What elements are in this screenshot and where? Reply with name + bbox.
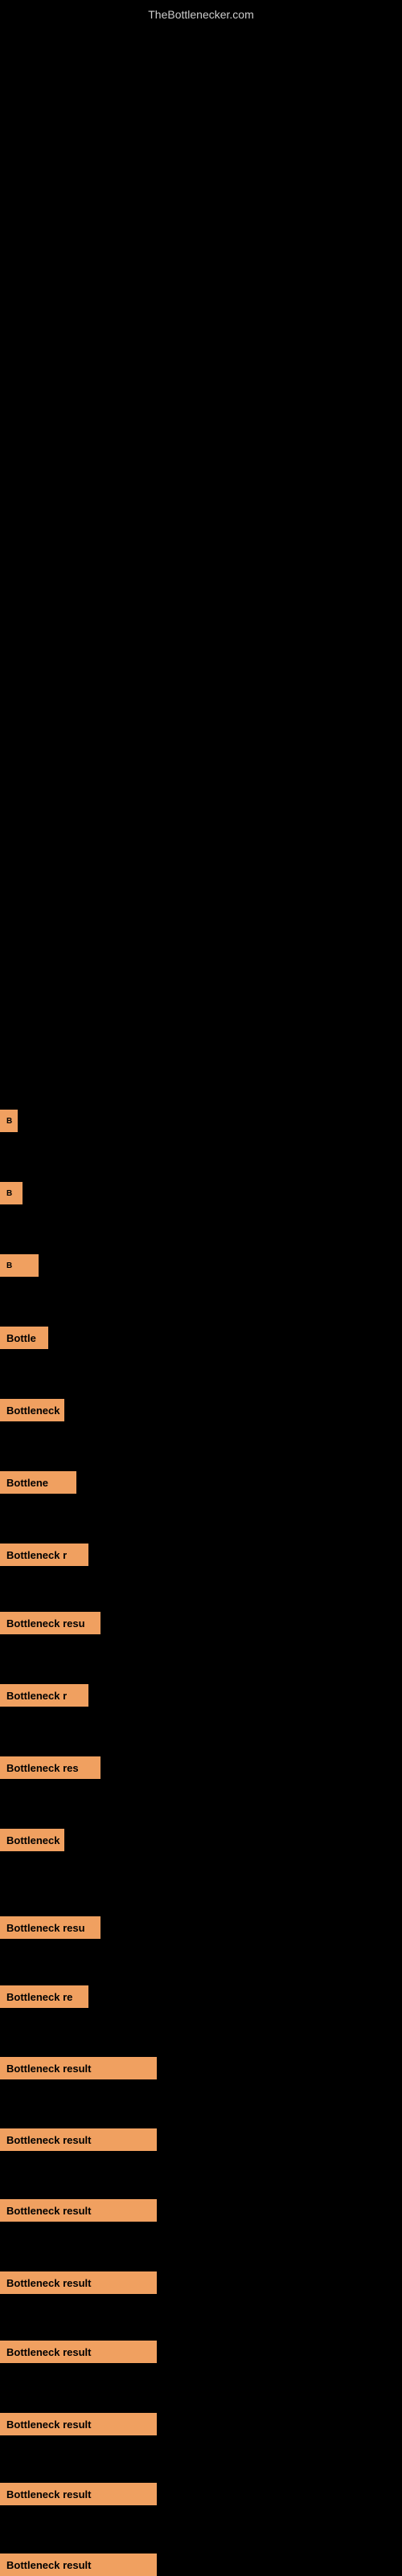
bottleneck-result-2[interactable]: B <box>0 1254 39 1277</box>
bottleneck-result-5[interactable]: Bottlene <box>0 1471 76 1494</box>
bottleneck-result-19[interactable]: Bottleneck result <box>0 2483 157 2505</box>
bottleneck-result-4[interactable]: Bottleneck <box>0 1399 64 1421</box>
bottleneck-result-15[interactable]: Bottleneck result <box>0 2199 157 2222</box>
bottleneck-result-11[interactable]: Bottleneck resu <box>0 1916 100 1939</box>
site-title-text: TheBottlenecker.com <box>148 8 254 21</box>
bottleneck-result-0[interactable]: B <box>0 1110 18 1132</box>
bottleneck-result-7[interactable]: Bottleneck resu <box>0 1612 100 1634</box>
bottleneck-result-13[interactable]: Bottleneck result <box>0 2057 157 2079</box>
bottleneck-result-9[interactable]: Bottleneck res <box>0 1756 100 1779</box>
bottleneck-result-14[interactable]: Bottleneck result <box>0 2128 157 2151</box>
bottleneck-result-6[interactable]: Bottleneck r <box>0 1544 88 1566</box>
bottleneck-result-1[interactable]: B <box>0 1182 23 1204</box>
bottleneck-result-16[interactable]: Bottleneck result <box>0 2271 157 2294</box>
bottleneck-result-12[interactable]: Bottleneck re <box>0 1985 88 2008</box>
bottleneck-result-10[interactable]: Bottleneck <box>0 1829 64 1851</box>
bottleneck-result-18[interactable]: Bottleneck result <box>0 2413 157 2435</box>
bottleneck-result-3[interactable]: Bottle <box>0 1327 48 1349</box>
bottleneck-result-20[interactable]: Bottleneck result <box>0 2554 157 2576</box>
bottleneck-result-17[interactable]: Bottleneck result <box>0 2341 157 2363</box>
site-title: TheBottlenecker.com <box>0 0 402 25</box>
bottleneck-result-8[interactable]: Bottleneck r <box>0 1684 88 1707</box>
